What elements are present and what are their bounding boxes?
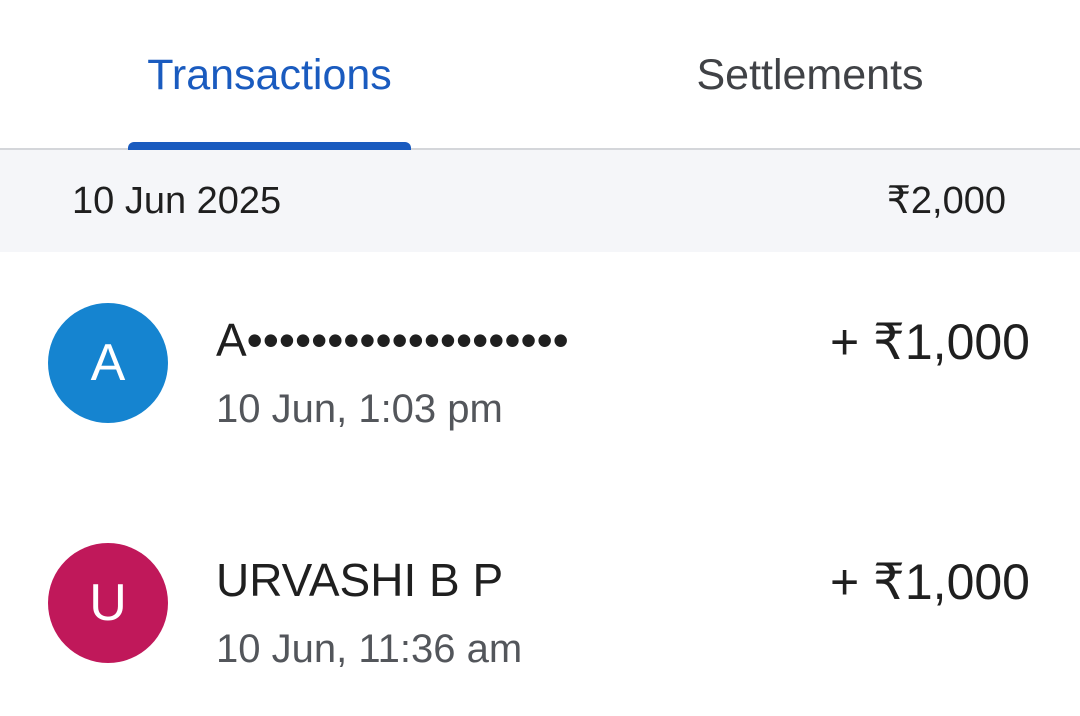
date-group-header: 10 Jun 2025 ₹2,000	[0, 150, 1080, 252]
tab-bar: Transactions Settlements	[0, 0, 1080, 150]
active-tab-indicator	[128, 142, 411, 150]
payer-name: URVASHI B P	[216, 554, 504, 606]
transaction-time: 10 Jun, 1:03 pm	[216, 387, 503, 431]
transaction-row[interactable]: U URVASHI B P 10 Jun, 11:36 am + ₹1,000	[0, 513, 1080, 693]
avatar: A	[48, 303, 168, 423]
tab-transactions[interactable]: Transactions	[128, 0, 411, 150]
transaction-amount: + ₹1,000	[829, 314, 1030, 370]
payer-name: A••••••••••••••••••••	[216, 314, 569, 366]
transaction-row[interactable]: A A•••••••••••••••••••• 10 Jun, 1:03 pm …	[0, 273, 1080, 453]
transaction-time: 10 Jun, 11:36 am	[216, 627, 523, 671]
group-date: 10 Jun 2025	[72, 180, 282, 222]
transaction-amount: + ₹1,000	[829, 554, 1030, 610]
group-total: ₹2,000	[886, 180, 1006, 222]
tab-settlements[interactable]: Settlements	[660, 0, 960, 150]
avatar: U	[48, 543, 168, 663]
